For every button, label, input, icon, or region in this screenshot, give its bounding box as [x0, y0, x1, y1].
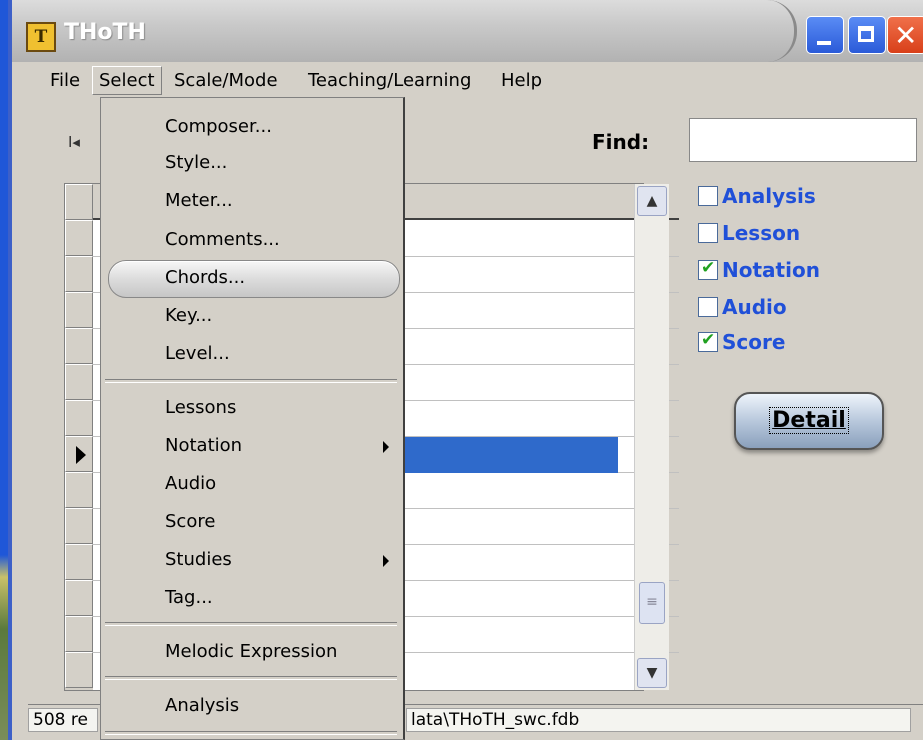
checkbox-checked[interactable]: ✔	[698, 330, 718, 352]
status-record-count: 508 re	[28, 708, 98, 732]
grid-vertical-scrollbar[interactable]: ▲ ≡ ▼	[634, 184, 669, 690]
row-header[interactable]	[65, 292, 93, 328]
menu-item-melodic-expression[interactable]: Melodic Expression	[165, 635, 337, 669]
chevron-up-icon: ▲	[646, 193, 658, 209]
close-icon: ✕	[894, 19, 918, 52]
title-bar[interactable]: T THoTH ✕	[12, 0, 923, 63]
find-label: Find:	[592, 130, 650, 154]
row-header[interactable]	[65, 472, 93, 508]
grip-icon: ≡	[646, 594, 658, 610]
detail-button-label: Detail	[769, 407, 849, 434]
row-header[interactable]	[65, 328, 93, 364]
filter-score-checkbox[interactable]: ✔ Score	[698, 330, 785, 354]
menu-separator	[105, 731, 397, 735]
scroll-down-button[interactable]: ▼	[637, 658, 667, 688]
checkmark-icon: ✔	[701, 330, 716, 350]
menu-item-score[interactable]: Score	[165, 505, 215, 539]
row-header-current[interactable]	[65, 436, 93, 472]
maximize-button[interactable]	[848, 16, 886, 54]
row-header[interactable]	[65, 220, 93, 256]
menu-item-chords[interactable]: Chords...	[165, 261, 245, 295]
menu-item-studies[interactable]: Studies	[165, 543, 232, 577]
menu-item-lessons[interactable]: Lessons	[165, 391, 236, 425]
menu-select[interactable]: Select	[92, 66, 162, 95]
filter-audio-checkbox[interactable]: Audio	[698, 295, 787, 319]
menu-help[interactable]: Help	[497, 68, 546, 93]
menu-item-highlight	[108, 260, 400, 298]
checkmark-icon: ✔	[701, 258, 716, 278]
filter-lesson-checkbox[interactable]: Lesson	[698, 221, 800, 245]
submenu-arrow-icon	[383, 555, 389, 567]
filter-label: Analysis	[722, 184, 816, 208]
filter-notation-checkbox[interactable]: ✔ Notation	[698, 258, 820, 282]
menu-item-tag[interactable]: Tag...	[165, 581, 213, 615]
close-button[interactable]: ✕	[887, 16, 923, 54]
menu-item-key[interactable]: Key...	[165, 299, 212, 333]
menu-teaching-learning[interactable]: Teaching/Learning	[304, 68, 475, 93]
row-header[interactable]	[65, 364, 93, 400]
filter-label: Notation	[722, 258, 820, 282]
current-row-indicator-icon	[76, 446, 86, 464]
row-header[interactable]	[65, 400, 93, 436]
menu-item-style[interactable]: Style...	[165, 146, 227, 180]
filter-analysis-checkbox[interactable]: Analysis	[698, 184, 816, 208]
menu-item-audio[interactable]: Audio	[165, 467, 216, 501]
detail-button[interactable]: Detail	[734, 392, 884, 450]
row-header[interactable]	[65, 652, 93, 688]
menu-item-notation[interactable]: Notation	[165, 429, 242, 463]
row-header[interactable]	[65, 508, 93, 544]
scroll-thumb[interactable]: ≡	[639, 582, 665, 624]
chevron-down-icon: ▼	[646, 665, 658, 681]
maximize-icon	[858, 26, 874, 42]
filter-label: Score	[722, 330, 786, 354]
row-indicator-column	[65, 184, 93, 690]
menu-separator	[105, 379, 397, 383]
title-bar-decoration	[766, 0, 797, 62]
app-window: T THoTH ✕ File Select Scale/Mode Teachin…	[8, 0, 923, 740]
status-database-path: lata\THoTH_swc.fdb	[406, 708, 911, 732]
submenu-arrow-icon	[383, 441, 389, 453]
menu-item-comments[interactable]: Comments...	[165, 223, 280, 257]
app-logo-icon: T	[26, 22, 56, 52]
checkbox-checked[interactable]: ✔	[698, 258, 718, 280]
minimize-button[interactable]	[806, 16, 844, 54]
checkbox-unchecked[interactable]	[698, 297, 718, 317]
header-corner	[65, 184, 93, 220]
minimize-icon	[817, 41, 831, 45]
row-header[interactable]	[65, 544, 93, 580]
scroll-up-button[interactable]: ▲	[637, 186, 667, 216]
menu-file[interactable]: File	[46, 68, 84, 93]
row-header[interactable]	[65, 256, 93, 292]
menu-item-composer[interactable]: Composer...	[165, 110, 272, 144]
menu-item-meter[interactable]: Meter...	[165, 184, 233, 218]
menu-bar: File Select Scale/Mode Teaching/Learning…	[12, 62, 923, 98]
first-record-button[interactable]: I◂	[68, 133, 80, 151]
window-title: THoTH	[64, 20, 146, 45]
row-header[interactable]	[65, 616, 93, 652]
checkbox-unchecked[interactable]	[698, 223, 718, 243]
filter-label: Audio	[722, 295, 787, 319]
selected-row[interactable]	[397, 437, 618, 473]
menu-separator	[105, 676, 397, 680]
filter-label: Lesson	[722, 221, 801, 245]
select-dropdown-menu: Composer... Style... Meter... Comments..…	[100, 97, 405, 740]
menu-item-level[interactable]: Level...	[165, 337, 230, 371]
checkbox-unchecked[interactable]	[698, 186, 718, 206]
row-header[interactable]	[65, 580, 93, 616]
find-input[interactable]	[689, 118, 917, 162]
menu-scale-mode[interactable]: Scale/Mode	[170, 68, 282, 93]
menu-item-analysis[interactable]: Analysis	[165, 689, 239, 723]
menu-separator	[105, 622, 397, 626]
